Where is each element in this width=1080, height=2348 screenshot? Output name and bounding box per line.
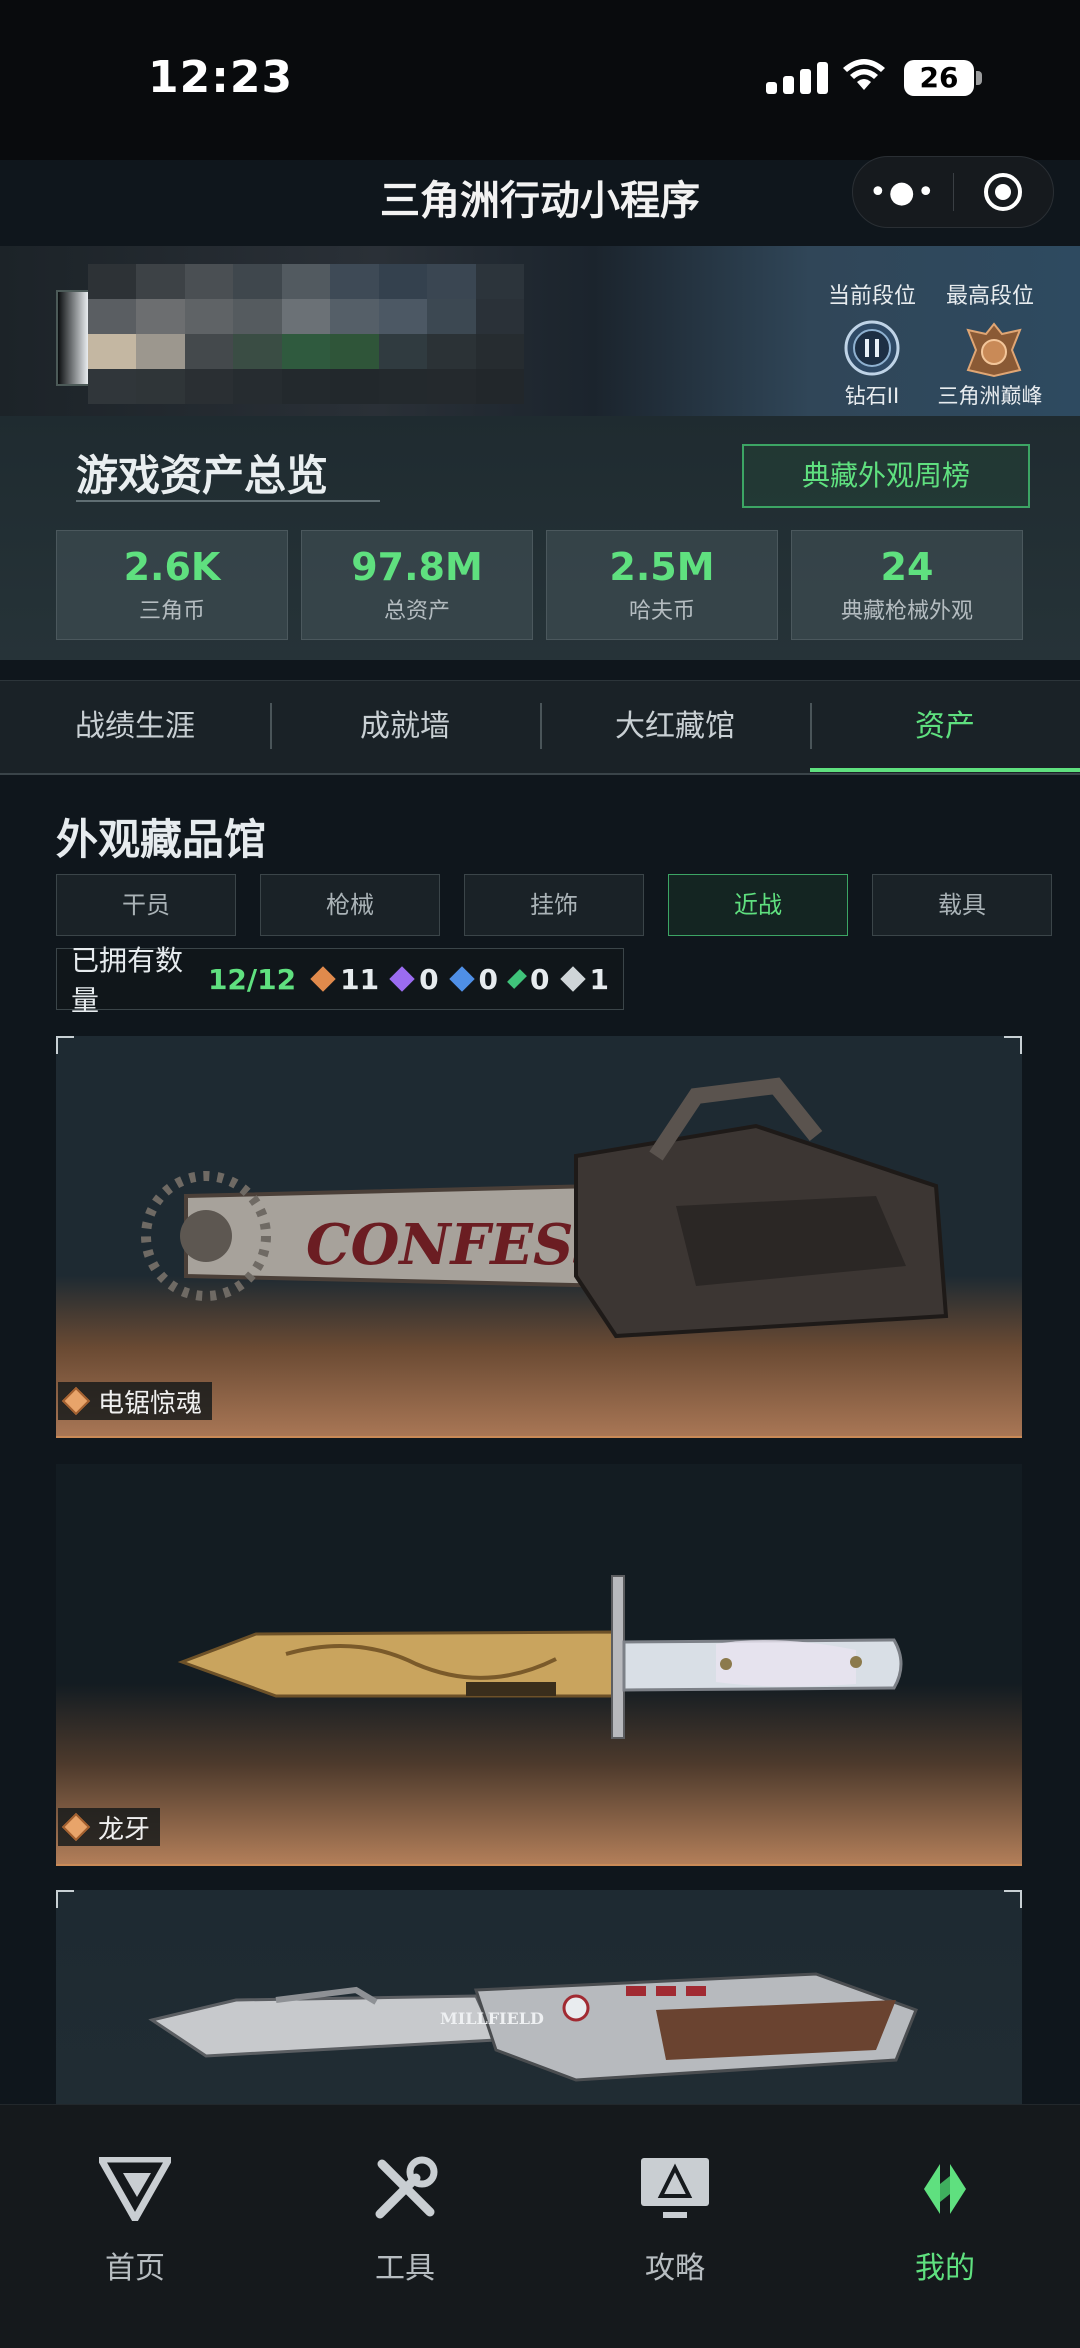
collection-title: 外观藏品馆 [56, 815, 267, 864]
miniprogram-capsule: •●• [852, 156, 1054, 228]
item-name-label: 电锯惊魂 [58, 1382, 213, 1420]
nav-home[interactable]: 首页 [0, 2105, 270, 2287]
current-rank-label: 当前段位 [827, 284, 916, 309]
owned-label: 已拥有数量 [71, 944, 184, 1017]
millfield-knife-image: MILLFIELD [148, 1972, 918, 2082]
stat-value: 2.5M [609, 545, 715, 589]
stat-card: 2.6K 三角币 [56, 530, 288, 640]
stat-label: 三角币 [138, 599, 205, 624]
collection-item-card[interactable]: CONFESS 电锯惊魂 [56, 1036, 1022, 1438]
battery-icon: 26 [904, 60, 974, 96]
current-rank: 当前段位 钻石II [812, 278, 932, 410]
card-corner [1004, 1890, 1022, 1908]
collection-item-card[interactable]: MILLFIELD [56, 1890, 1022, 2104]
item-name-label: 龙牙 [58, 1808, 161, 1846]
rarity-count: 11 [310, 963, 379, 996]
close-miniprogram-icon[interactable] [954, 170, 1054, 214]
nav-tools[interactable]: 工具 [270, 2105, 540, 2287]
owned-count: 12/12 [207, 962, 297, 996]
more-options-icon[interactable]: •●• [853, 175, 953, 210]
svg-text:CONFESS: CONFESS [306, 1212, 613, 1278]
diamond-rank-badge-icon [844, 320, 900, 376]
rarity-count: 0 [389, 963, 439, 996]
tab-career[interactable]: 战绩生涯 [0, 681, 270, 773]
green-rarity-icon [507, 969, 527, 989]
status-time: 12:23 [148, 52, 294, 103]
tab-red-collection[interactable]: 大红藏馆 [540, 681, 810, 773]
card-corner [1004, 1036, 1022, 1054]
weekly-ranking-button[interactable]: 典藏外观周榜 [742, 444, 1030, 508]
orange-rarity-icon [61, 1812, 91, 1842]
nav-profile[interactable]: 我的 [810, 2105, 1080, 2287]
purple-rarity-icon [389, 966, 415, 992]
stat-value: 2.6K [123, 545, 221, 589]
stat-card: 24 典藏枪械外观 [791, 530, 1023, 640]
nav-label: 首页 [105, 2251, 165, 2286]
category-firearms[interactable]: 枪械 [260, 874, 440, 936]
category-charms[interactable]: 挂饰 [464, 874, 644, 936]
bottom-navigation: 首页 工具 攻略 我的 [0, 2104, 1080, 2348]
orange-rarity-icon [61, 1386, 91, 1416]
profile-tab-bar: 战绩生涯 成就墙 大红藏馆 资产 [0, 680, 1080, 775]
overview-title: 游戏资产总览 [76, 451, 329, 500]
white-rarity-icon [559, 966, 586, 992]
rarity-count: 0 [507, 963, 550, 996]
rarity-count: 0 [448, 963, 498, 996]
avatar[interactable] [56, 290, 90, 386]
profile-banner: 当前段位 钻石II 最高段位 三角洲巅峰 [0, 246, 1080, 416]
category-vehicles[interactable]: 载具 [872, 874, 1052, 936]
blurred-player-name [88, 264, 524, 404]
category-melee[interactable]: 近战 [668, 874, 848, 936]
owned-count-bar: 已拥有数量 12/12 11 0 0 0 1 [56, 944, 624, 1017]
orange-rarity-icon [310, 966, 336, 992]
stat-value: 24 [880, 545, 934, 589]
card-corner [56, 1890, 74, 1908]
nav-label: 工具 [375, 2251, 435, 2286]
current-rank-name: 钻石II [844, 384, 900, 408]
guide-monitor-icon [540, 2149, 810, 2229]
battery-tip [976, 71, 982, 85]
profile-logo-icon [810, 2149, 1080, 2229]
active-tab-indicator [810, 768, 1080, 772]
rarity-count: 1 [559, 963, 609, 996]
tab-achievements[interactable]: 成就墙 [270, 681, 540, 773]
highest-rank: 最高段位 三角洲巅峰 [930, 278, 1050, 410]
nav-label: 我的 [915, 2251, 975, 2286]
stat-card: 2.5M 哈夫币 [546, 530, 778, 640]
stat-value: 97.8M [351, 545, 483, 589]
stat-label: 总资产 [383, 599, 450, 624]
cellular-signal-icon [766, 62, 828, 94]
title-underline [76, 500, 380, 506]
wifi-icon [840, 56, 888, 96]
stat-card: 97.8M 总资产 [301, 530, 533, 640]
nav-guide[interactable]: 攻略 [540, 2105, 810, 2287]
nav-label: 攻略 [645, 2251, 705, 2286]
chainsaw-skin-image: CONFESS [141, 1077, 949, 1339]
highest-rank-name: 三角洲巅峰 [937, 384, 1043, 408]
dragon-fang-knife-image [177, 1575, 903, 1739]
svg-text:MILLFIELD: MILLFIELD [440, 2009, 544, 2028]
category-operators[interactable]: 干员 [56, 874, 236, 936]
collection-item-card[interactable]: 龙牙 [56, 1464, 1022, 1866]
tools-icon [270, 2149, 540, 2229]
stat-label: 典藏枪械外观 [840, 599, 973, 624]
card-corner [56, 1036, 74, 1054]
highest-rank-label: 最高段位 [945, 284, 1034, 309]
home-logo-icon [0, 2149, 270, 2229]
blue-rarity-icon [448, 966, 475, 992]
tab-assets[interactable]: 资产 [810, 681, 1080, 773]
stat-label: 哈夫币 [628, 599, 695, 624]
peak-rank-badge-icon [962, 320, 1022, 378]
